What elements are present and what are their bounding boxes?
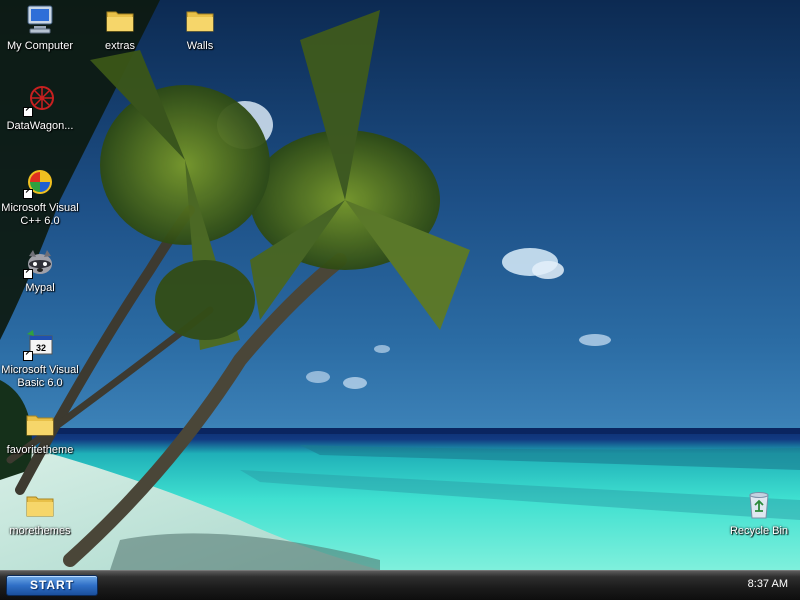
desktop-icon-visual-basic[interactable]: 32 Microsoft Visual Basic 6.0: [0, 328, 80, 390]
beach-scene: [0, 0, 800, 570]
visual-cpp-icon: [23, 166, 56, 199]
desktop-icon-label: My Computer: [6, 40, 74, 52]
datawagon-icon: [23, 84, 56, 117]
folder-icon: [104, 4, 136, 36]
shortcut-arrow-icon: [23, 107, 33, 117]
desktop-icon-label: DataWagon...: [6, 120, 74, 132]
taskbar: START 8:37 AM: [0, 570, 800, 600]
desktop-icon-visual-cpp[interactable]: Microsoft Visual C++ 6.0: [0, 166, 80, 228]
desktop-icon-extras[interactable]: extras: [80, 4, 160, 53]
visual-basic-icon: 32: [23, 328, 56, 361]
folder-icon: [24, 489, 56, 521]
desktop-icon-recycle-bin[interactable]: Recycle Bin: [719, 489, 799, 538]
mypal-raccoon-icon: [23, 246, 56, 279]
shortcut-arrow-icon: [23, 189, 33, 199]
recycle-bin-icon: [743, 489, 775, 521]
desktop-icon-datawagon[interactable]: DataWagon...: [0, 84, 80, 133]
svg-text:32: 32: [36, 343, 46, 353]
shortcut-arrow-icon: [23, 351, 33, 361]
desktop-wallpaper: [0, 0, 800, 570]
folder-icon: [184, 4, 216, 36]
desktop-icon-label: Walls: [186, 40, 214, 52]
desktop-icon-label: Microsoft Visual C++ 6.0: [1, 202, 79, 227]
desktop-icon-favoritetheme[interactable]: favoritetheme: [0, 408, 80, 457]
desktop-icon-label: extras: [105, 40, 135, 52]
start-button[interactable]: START: [6, 575, 98, 596]
desktop-icon-label: morethemes: [9, 525, 71, 537]
desktop-icon-label: Recycle Bin: [729, 525, 789, 537]
desktop-icon-mypal[interactable]: Mypal: [0, 246, 80, 295]
folder-icon: [24, 408, 56, 440]
desktop-icon-my-computer[interactable]: My Computer: [0, 4, 80, 53]
desktop-icon-morethemes[interactable]: morethemes: [0, 489, 80, 538]
desktop-icon-label: Microsoft Visual Basic 6.0: [1, 364, 79, 389]
shortcut-arrow-icon: [23, 269, 33, 279]
desktop-icon-walls[interactable]: Walls: [160, 4, 240, 53]
desktop-icon-label: Mypal: [25, 282, 55, 294]
desktop-icon-label: favoritetheme: [6, 444, 74, 456]
taskbar-clock[interactable]: 8:37 AM: [748, 578, 788, 590]
my-computer-icon: [24, 4, 56, 36]
